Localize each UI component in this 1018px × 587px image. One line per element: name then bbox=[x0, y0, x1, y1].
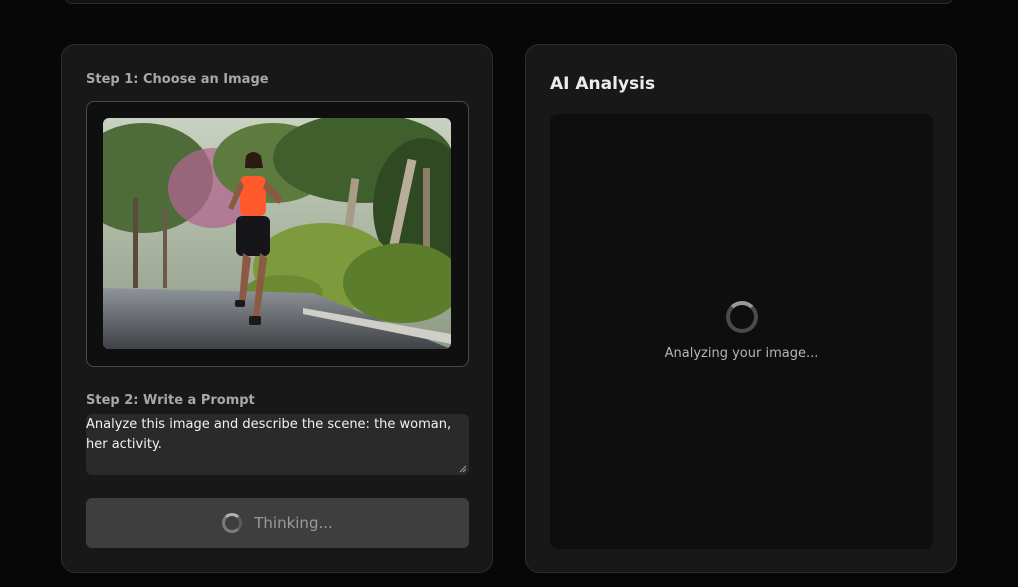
analysis-output: Analyzing your image... bbox=[550, 114, 933, 549]
analysis-status: Analyzing your image... bbox=[664, 346, 819, 361]
spinner-icon bbox=[222, 513, 243, 533]
image-dropzone[interactable] bbox=[86, 101, 469, 367]
step2-label: Step 2: Write a Prompt bbox=[86, 393, 255, 408]
analysis-panel: AI Analysis Analyzing your image... bbox=[525, 44, 957, 573]
loading-spinner-icon bbox=[726, 301, 758, 333]
step1-label: Step 1: Choose an Image bbox=[86, 72, 269, 87]
selected-image bbox=[103, 118, 451, 349]
resize-grip-icon[interactable] bbox=[459, 465, 467, 473]
top-bar bbox=[64, 0, 954, 4]
analyze-button-label: Thinking... bbox=[254, 514, 333, 532]
input-panel: Step 1: Choose an Image Step 2: Write a … bbox=[61, 44, 493, 573]
analysis-title: AI Analysis bbox=[550, 74, 656, 94]
analyze-button[interactable]: Thinking... bbox=[86, 498, 469, 548]
prompt-input[interactable]: Analyze this image and describe the scen… bbox=[86, 414, 469, 475]
